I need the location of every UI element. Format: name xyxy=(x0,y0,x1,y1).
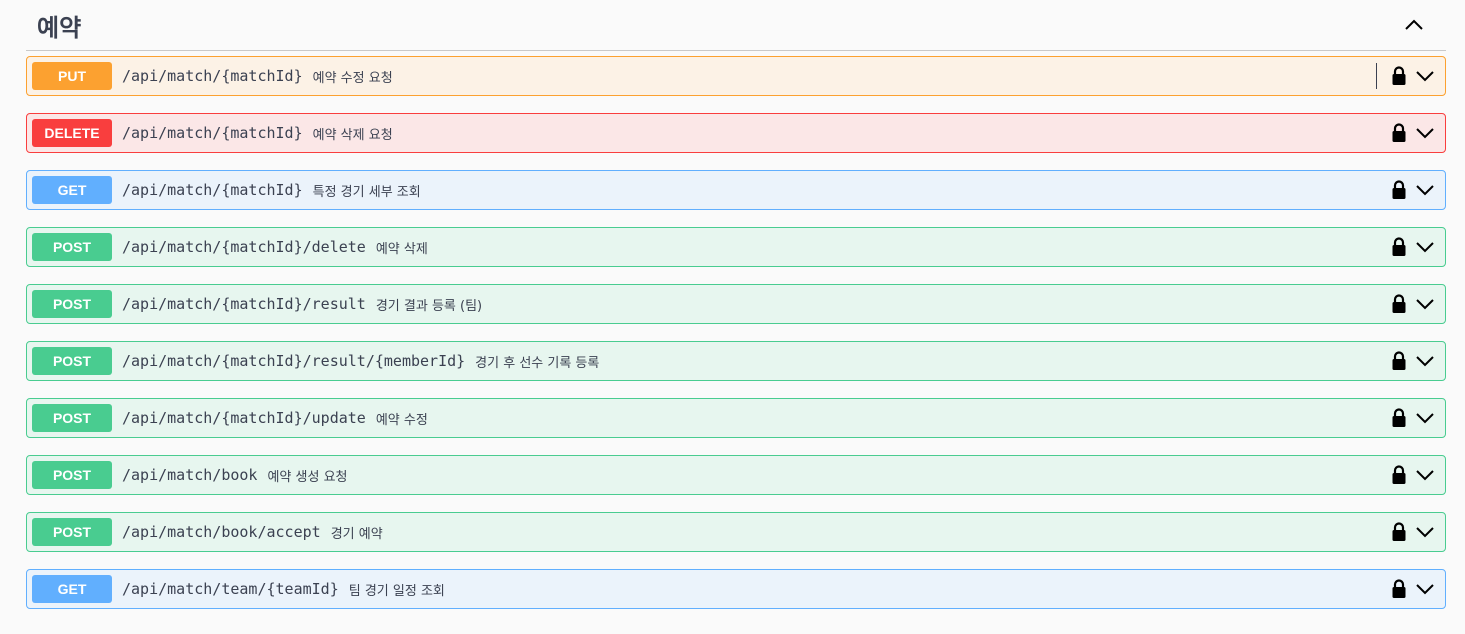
operation-path: /api/match/{matchId} xyxy=(122,67,303,85)
lock-icon[interactable] xyxy=(1389,464,1409,486)
operation-summary: 예약 생성 요청 xyxy=(267,469,348,485)
method-badge: POST xyxy=(32,290,112,318)
operation-summary: 예약 수정 xyxy=(375,412,428,428)
lock-icon[interactable] xyxy=(1389,65,1409,87)
chevron-down-icon[interactable] xyxy=(1415,180,1435,200)
operation-path: /api/match/book/accept xyxy=(122,523,321,541)
operation-summary: 예약 수정 요청 xyxy=(312,70,393,86)
operation-summary: 경기 결과 등록 (팀) xyxy=(375,298,483,314)
operation-summary: 경기 후 선수 기록 등록 xyxy=(475,355,600,371)
operations-list: PUT /api/match/{matchId} 예약 수정 요청 DELETE… xyxy=(26,56,1446,609)
chevron-down-icon[interactable] xyxy=(1415,522,1435,542)
chevron-down-icon[interactable] xyxy=(1415,579,1435,599)
chevron-down-icon[interactable] xyxy=(1415,351,1435,371)
chevron-down-icon[interactable] xyxy=(1415,237,1435,257)
operation-path: /api/match/{matchId}/delete xyxy=(122,238,366,256)
operation-summary: 예약 삭제 요청 xyxy=(312,127,393,143)
operation-row-7[interactable]: POST /api/match/book 예약 생성 요청 xyxy=(26,455,1446,495)
api-section: 예약 PUT /api/match/{matchId} 예약 수정 요청 DEL… xyxy=(26,0,1446,626)
lock-icon[interactable] xyxy=(1389,350,1409,372)
lock-icon[interactable] xyxy=(1389,293,1409,315)
chevron-up-icon[interactable] xyxy=(1394,5,1434,45)
section-header[interactable]: 예약 xyxy=(26,0,1446,51)
operation-path: /api/match/{matchId}/result/{memberId} xyxy=(122,352,466,370)
lock-icon[interactable] xyxy=(1389,521,1409,543)
operation-actions xyxy=(1389,285,1435,323)
method-badge: POST xyxy=(32,461,112,489)
operation-actions xyxy=(1389,570,1435,608)
method-badge: PUT xyxy=(32,62,112,90)
operation-path: /api/match/{matchId} xyxy=(122,181,303,199)
operation-row-9[interactable]: GET /api/match/team/{teamId} 팀 경기 일정 조회 xyxy=(26,569,1446,609)
operation-path: /api/match/team/{teamId} xyxy=(122,580,339,598)
operation-row-6[interactable]: POST /api/match/{matchId}/update 예약 수정 xyxy=(26,398,1446,438)
chevron-down-icon[interactable] xyxy=(1415,465,1435,485)
lock-icon[interactable] xyxy=(1389,122,1409,144)
operation-row-0[interactable]: PUT /api/match/{matchId} 예약 수정 요청 xyxy=(26,56,1446,96)
operation-row-4[interactable]: POST /api/match/{matchId}/result 경기 결과 등… xyxy=(26,284,1446,324)
operation-path: /api/match/{matchId}/update xyxy=(122,409,366,427)
operation-summary: 팀 경기 일정 조회 xyxy=(348,583,445,599)
operation-summary: 예약 삭제 xyxy=(375,241,428,257)
operation-row-5[interactable]: POST /api/match/{matchId}/result/{member… xyxy=(26,341,1446,381)
method-badge: POST xyxy=(32,404,112,432)
operation-actions xyxy=(1389,228,1435,266)
chevron-down-icon[interactable] xyxy=(1415,123,1435,143)
method-badge: GET xyxy=(32,575,112,603)
section-title: 예약 xyxy=(37,13,82,42)
operation-path: /api/match/{matchId}/result xyxy=(122,295,366,313)
operation-actions xyxy=(1389,342,1435,380)
chevron-down-icon[interactable] xyxy=(1415,408,1435,428)
operation-actions xyxy=(1389,456,1435,494)
operation-path: /api/match/{matchId} xyxy=(122,124,303,142)
chevron-down-icon[interactable] xyxy=(1415,294,1435,314)
operation-actions xyxy=(1389,171,1435,209)
method-badge: DELETE xyxy=(32,119,112,147)
lock-icon[interactable] xyxy=(1389,236,1409,258)
operation-summary: 경기 예약 xyxy=(330,526,383,542)
lock-icon[interactable] xyxy=(1389,578,1409,600)
operation-row-2[interactable]: GET /api/match/{matchId} 특정 경기 세부 조회 xyxy=(26,170,1446,210)
operation-row-8[interactable]: POST /api/match/book/accept 경기 예약 xyxy=(26,512,1446,552)
method-badge: POST xyxy=(32,233,112,261)
operation-path: /api/match/book xyxy=(122,466,258,484)
lock-icon[interactable] xyxy=(1389,407,1409,429)
divider xyxy=(1376,63,1377,89)
lock-icon[interactable] xyxy=(1389,179,1409,201)
operation-actions xyxy=(1389,513,1435,551)
chevron-down-icon[interactable] xyxy=(1415,66,1435,86)
operation-row-3[interactable]: POST /api/match/{matchId}/delete 예약 삭제 xyxy=(26,227,1446,267)
method-badge: POST xyxy=(32,347,112,375)
operation-actions xyxy=(1389,399,1435,437)
operation-actions xyxy=(1389,114,1435,152)
operation-summary: 특정 경기 세부 조회 xyxy=(312,184,421,200)
method-badge: GET xyxy=(32,176,112,204)
operation-row-1[interactable]: DELETE /api/match/{matchId} 예약 삭제 요청 xyxy=(26,113,1446,153)
operation-actions xyxy=(1376,57,1435,95)
method-badge: POST xyxy=(32,518,112,546)
